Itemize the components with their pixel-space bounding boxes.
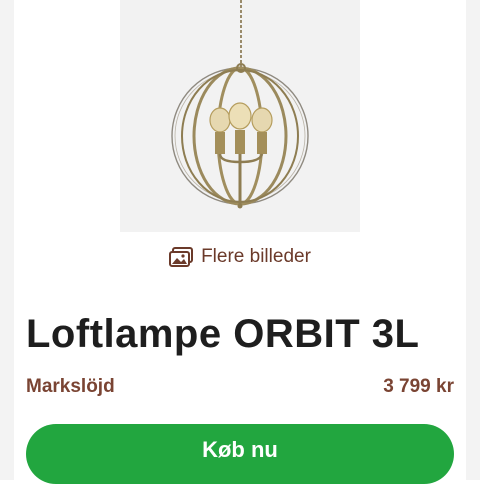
product-title: Loftlampe ORBIT 3L xyxy=(26,312,420,356)
right-gutter xyxy=(466,0,480,480)
pendant-lamp-illustration xyxy=(171,0,309,209)
product-image[interactable] xyxy=(120,0,360,232)
buy-now-button[interactable]: Køb nu xyxy=(26,424,454,484)
more-images-link[interactable]: Flere billeder xyxy=(0,244,480,270)
images-icon xyxy=(169,247,194,267)
product-price: 3 799 kr xyxy=(383,376,454,397)
brand-link[interactable]: Markslöjd xyxy=(26,376,115,398)
more-images-label: Flere billeder xyxy=(201,246,311,267)
left-gutter xyxy=(0,0,14,480)
